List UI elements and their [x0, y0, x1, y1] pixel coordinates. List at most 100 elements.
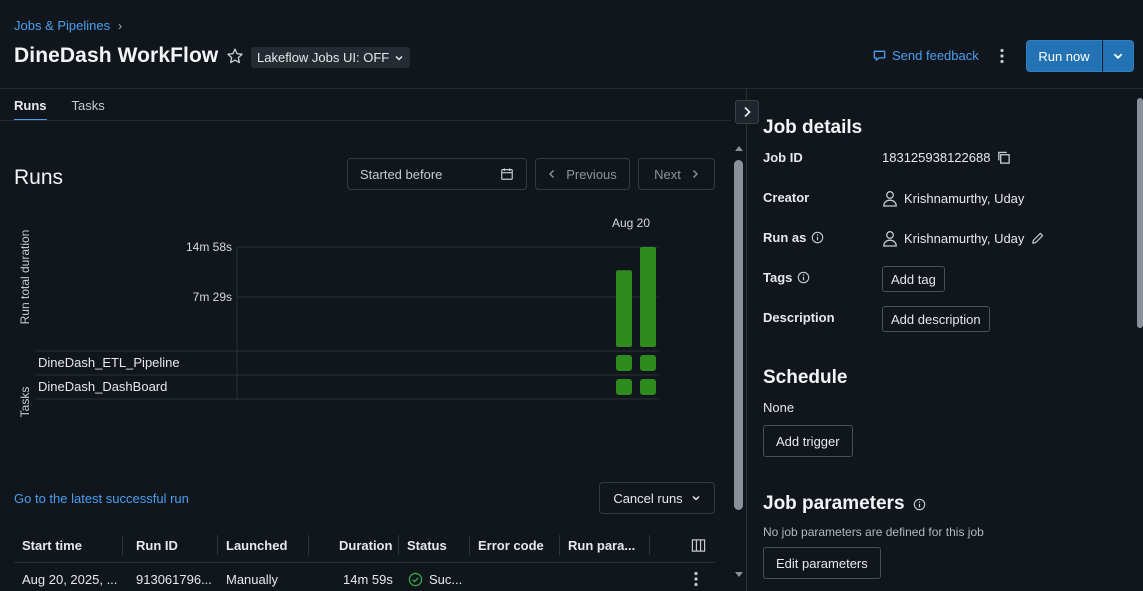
user-icon	[882, 190, 898, 207]
page-title: DineDash WorkFlow	[14, 44, 219, 67]
cancel-runs-button[interactable]: Cancel runs	[599, 482, 715, 514]
add-tag-button[interactable]: Add tag	[882, 266, 945, 292]
table-row[interactable]: Aug 20, 2025, ... 913061796... Manually …	[14, 563, 715, 591]
info-icon[interactable]	[797, 271, 810, 284]
job-parameters-heading-group: Job parameters	[763, 493, 926, 515]
creator-value: Krishnamurthy, Uday	[904, 191, 1025, 206]
runs-table-header: Start time Run ID Launched Duration Stat…	[14, 527, 715, 563]
column-divider	[559, 535, 560, 555]
column-divider	[308, 535, 309, 555]
chevron-right-icon: ›	[118, 18, 123, 33]
calendar-icon	[500, 167, 514, 181]
run-now-dropdown-button[interactable]	[1102, 40, 1134, 72]
copy-icon[interactable]	[996, 150, 1011, 165]
send-feedback-link[interactable]: Send feedback	[872, 48, 979, 63]
creator-label: Creator	[763, 190, 810, 205]
scroll-up-icon[interactable]	[734, 144, 744, 152]
next-button[interactable]: Next	[638, 158, 715, 190]
kebab-icon[interactable]	[994, 46, 1010, 66]
lakeflow-toggle-label: Lakeflow Jobs UI: OFF	[257, 50, 390, 65]
tab-bar: Runs Tasks	[14, 98, 105, 121]
lakeflow-ui-toggle[interactable]: Lakeflow Jobs UI: OFF	[251, 47, 411, 68]
edit-parameters-button[interactable]: Edit parameters	[763, 547, 881, 579]
column-divider	[649, 535, 650, 555]
pencil-icon[interactable]	[1030, 231, 1045, 246]
col-run-id[interactable]: Run ID	[136, 527, 178, 563]
right-scrollbar-thumb[interactable]	[1137, 98, 1143, 328]
run-as-label: Run as	[763, 230, 807, 245]
column-divider	[469, 535, 470, 555]
task-row-label: DineDash_ETL_Pipeline	[38, 355, 180, 370]
row-kebab-icon[interactable]	[694, 563, 698, 591]
user-icon	[882, 230, 898, 247]
check-circle-icon	[408, 572, 423, 587]
schedule-heading: Schedule	[763, 367, 848, 388]
creator-value-group: Krishnamurthy, Uday	[882, 190, 1024, 207]
cell-launched: Manually	[226, 571, 279, 587]
collapse-panel-button[interactable]	[735, 100, 759, 124]
chevron-left-icon	[548, 169, 556, 179]
chevron-right-icon	[742, 106, 752, 118]
add-trigger-button[interactable]: Add trigger	[763, 425, 853, 457]
feedback-icon	[872, 48, 887, 63]
cell-status: Suc...	[408, 563, 462, 591]
tab-tasks[interactable]: Tasks	[72, 98, 105, 121]
column-divider	[122, 535, 123, 555]
task-row-label: DineDash_DashBoard	[38, 379, 167, 394]
cell-duration: 14m 59s	[343, 571, 393, 587]
runs-chart: Aug 20 14m 58s 7m 29s DineDash_ETL_Pipeline…	[36, 216, 659, 400]
chevron-right-icon	[691, 169, 699, 179]
column-divider	[398, 535, 399, 555]
left-scrollbar-thumb[interactable]	[734, 160, 743, 510]
col-start-time[interactable]: Start time	[22, 527, 82, 563]
info-icon[interactable]	[913, 498, 926, 511]
pane-divider[interactable]	[746, 89, 747, 591]
cancel-runs-label: Cancel runs	[613, 490, 683, 506]
star-icon[interactable]	[226, 47, 244, 65]
breadcrumb-jobs-link[interactable]: Jobs & Pipelines	[14, 18, 110, 33]
chevron-down-icon	[691, 493, 701, 503]
description-label: Description	[763, 310, 835, 325]
col-run-parameters[interactable]: Run para...	[568, 527, 635, 563]
columns-icon[interactable]	[691, 527, 706, 563]
status-text: Suc...	[429, 571, 463, 587]
schedule-value: None	[763, 400, 795, 415]
run-now-button[interactable]: Run now	[1026, 40, 1102, 72]
task-status-cell	[616, 355, 632, 371]
col-duration[interactable]: Duration	[339, 527, 392, 563]
job-details-heading: Job details	[763, 117, 863, 138]
task-status-cell	[640, 355, 656, 371]
job-parameters-heading: Job parameters	[763, 493, 905, 514]
tags-label: Tags	[763, 270, 793, 285]
chevron-down-icon	[1112, 50, 1124, 62]
tab-runs[interactable]: Runs	[14, 98, 47, 121]
latest-successful-run-link[interactable]: Go to the latest successful run	[14, 491, 189, 506]
chart-bar	[640, 247, 656, 347]
tags-label-group: Tags	[763, 270, 810, 285]
cell-start-time[interactable]: Aug 20, 2025, ...	[22, 563, 117, 591]
runs-heading: Runs	[14, 166, 64, 189]
started-before-input[interactable]: Started before	[347, 158, 527, 190]
previous-button[interactable]: Previous	[535, 158, 630, 190]
job-id-value: 183125938122688	[882, 150, 991, 165]
header-divider	[0, 88, 1143, 89]
scroll-down-icon[interactable]	[734, 571, 744, 579]
task-status-cell	[640, 379, 656, 395]
chart-bar	[616, 270, 632, 347]
task-status-cell	[616, 379, 632, 395]
add-description-button[interactable]: Add description	[882, 306, 990, 332]
column-divider	[217, 535, 218, 555]
job-id-value-group: 183125938122688	[882, 150, 1011, 165]
send-feedback-label: Send feedback	[892, 48, 979, 63]
breadcrumb: Jobs & Pipelines ›	[14, 18, 122, 33]
chart-date-label: Aug 20	[612, 216, 650, 230]
run-as-label-group: Run as	[763, 230, 824, 245]
chevron-down-icon	[394, 53, 404, 63]
previous-label: Previous	[566, 166, 617, 182]
tabs-divider	[0, 120, 731, 121]
cell-run-id: 913061796...	[136, 571, 212, 587]
col-error-code[interactable]: Error code	[478, 527, 544, 563]
info-icon[interactable]	[811, 231, 824, 244]
col-launched[interactable]: Launched	[226, 527, 287, 563]
col-status[interactable]: Status	[407, 527, 447, 563]
